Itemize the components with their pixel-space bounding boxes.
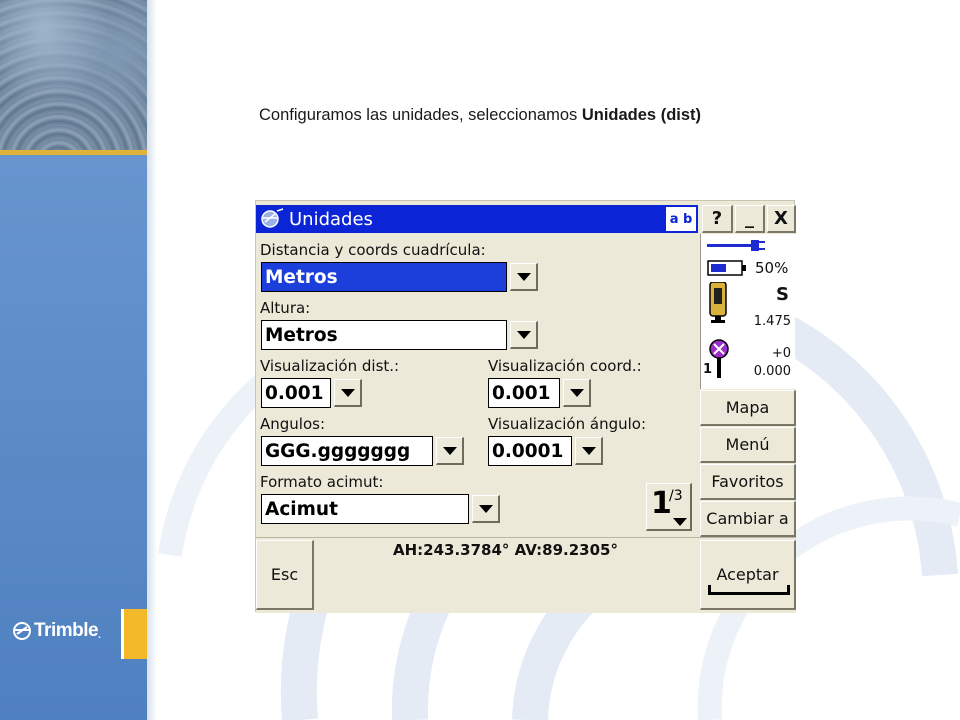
coord-display-label: Visualización coord.: [488,357,642,375]
esc-button[interactable]: Esc [256,540,314,610]
coord-display-field[interactable]: 0.001 [488,378,560,408]
chevron-down-icon[interactable] [334,379,362,407]
minimize-button[interactable]: _ [735,205,765,233]
battery-icon [707,260,746,276]
chevron-down-icon[interactable] [510,263,538,291]
height-combo[interactable]: Metros [261,320,538,350]
switch-to-button[interactable]: Cambiar a [700,501,796,537]
power-plug-icon [707,240,765,251]
menu-button[interactable]: Menú [700,427,796,463]
angle-display-label: Visualización ángulo: [488,415,647,433]
chevron-down-icon[interactable] [436,437,464,465]
angle-readout: AH:243.3784° AV:89.2305° [393,541,618,559]
chevron-down-icon[interactable] [472,495,500,523]
prism-height: 0.000 [753,364,791,379]
logo-suffix: . [98,629,101,641]
app-icon [261,208,284,228]
battery-percent: 50% [755,259,789,277]
angles-combo[interactable]: GGG.ggggggg [261,436,464,466]
trimble-logo: Trimble. [12,618,122,644]
favorites-button[interactable]: Favoritos [700,464,796,500]
landscape-photo [0,0,147,150]
enter-key-icon [708,585,790,595]
dist-display-label: Visualización dist.: [260,357,400,375]
logo-accent-block [121,609,147,659]
dist-display-field[interactable]: 0.001 [261,378,331,408]
angle-display-field[interactable]: 0.0001 [488,436,572,466]
input-mode-button[interactable]: a b [666,207,696,231]
page-switch-button[interactable]: 1 /3 [646,483,692,531]
chevron-down-icon[interactable] [575,437,603,465]
chevron-down-icon[interactable] [563,379,591,407]
dist-display-combo[interactable]: 0.001 [261,378,362,408]
help-button[interactable]: ? [702,205,733,233]
accent-divider [0,150,147,155]
distance-combo[interactable]: Metros [261,262,538,292]
instrument-mode: S [776,284,789,305]
angle-display-combo[interactable]: 0.0001 [488,436,603,466]
instrument-height: 1.475 [753,314,791,329]
prism-offset: +0 [771,346,791,361]
prism-index: 1 [703,362,713,377]
azimuth-field[interactable]: Acimut [261,494,469,524]
trimble-globe-icon [13,622,31,640]
accept-button[interactable]: Aceptar [700,540,796,610]
caption-bold: Unidades (dist) [581,106,702,124]
chevron-down-icon [673,518,687,526]
close-button[interactable]: X [767,205,796,233]
azimuth-label: Formato acimut: [260,473,384,491]
status-panel[interactable]: 50% S 1.475 1 +0 0.000 [700,234,795,389]
height-field[interactable]: Metros [261,320,507,350]
coord-display-combo[interactable]: 0.001 [488,378,591,408]
caption-text: Configuramos las unidades, seleccionamos [259,106,582,124]
units-window: Unidades a b ? _ X Distancia y coords cu… [255,200,796,613]
angles-field[interactable]: GGG.ggggggg [261,436,433,466]
distance-label: Distancia y coords cuadrícula: [260,241,486,259]
total-station-icon [709,282,727,323]
azimuth-combo[interactable]: Acimut [261,494,500,524]
chevron-down-icon[interactable] [510,321,538,349]
logo-text: Trimble [34,620,99,641]
title-bar: Unidades a b [256,205,698,233]
angles-label: Angulos: [260,415,326,433]
distance-field[interactable]: Metros [261,262,507,292]
map-button[interactable]: Mapa [700,390,796,426]
slide-caption: Configuramos las unidades, seleccionamos… [259,106,701,125]
page-total: /3 [669,488,683,504]
height-label: Altura: [260,299,311,317]
window-title: Unidades [289,208,373,230]
